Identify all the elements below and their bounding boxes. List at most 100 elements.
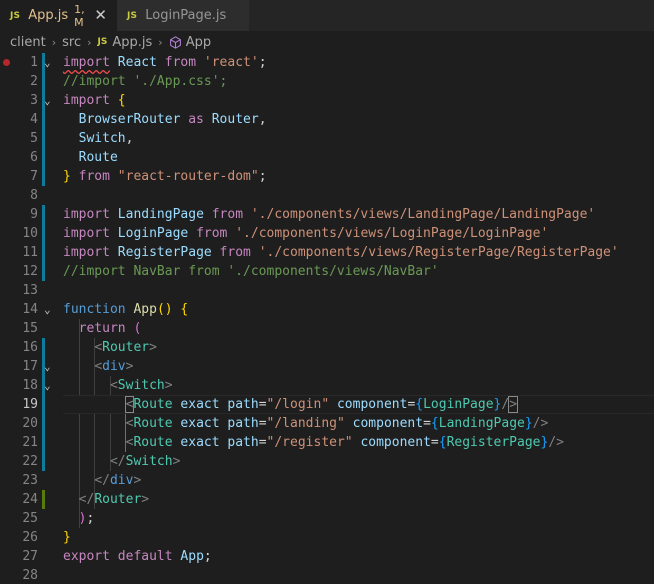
breadcrumb-item-file[interactable]: App.js — [112, 35, 152, 50]
code-line[interactable]: 20 <Route exact path="/landing" componen… — [0, 414, 654, 433]
code-line[interactable]: 24 </Router> — [0, 490, 654, 509]
code-line[interactable]: 21 <Route exact path="/register" compone… — [0, 433, 654, 452]
close-icon[interactable]: ✕ — [94, 8, 107, 23]
code-text: <Router> — [63, 338, 157, 357]
git-added-marker[interactable] — [42, 490, 45, 509]
code-token: ( — [133, 321, 142, 336]
code-line[interactable]: 26} — [0, 528, 654, 547]
git-modified-marker[interactable] — [42, 110, 45, 129]
git-modified-marker[interactable] — [42, 338, 45, 357]
code-line[interactable]: 2 //import './App.css'; — [0, 72, 654, 91]
code-text: import LandingPage from './components/vi… — [63, 205, 595, 224]
fold-chevron-icon[interactable]: ⌄ — [44, 300, 56, 319]
code-line[interactable]: 11 import RegisterPage from './components… — [0, 243, 654, 262]
code-line[interactable]: 12 //import NavBar from './components/vie… — [0, 262, 654, 281]
code-line[interactable]: 8 — [0, 186, 654, 205]
code-line[interactable]: 16 <Router> — [0, 338, 654, 357]
code-line[interactable]: 15 return ( — [0, 319, 654, 338]
code-text: BrowserRouter as Router, — [63, 110, 267, 129]
git-modified-marker[interactable] — [42, 395, 45, 414]
code-token: from — [211, 207, 244, 222]
code-line[interactable]: 9 import LandingPage from './components/v… — [0, 205, 654, 224]
git-modified-marker[interactable] — [42, 148, 45, 167]
line-number: 5 — [30, 131, 38, 146]
javascript-file-icon: JS — [127, 10, 138, 21]
code-text: import { — [63, 91, 126, 110]
code-token: "/landing" — [266, 416, 345, 431]
code-token: { — [180, 302, 189, 317]
breadcrumb-item-symbol[interactable]: App — [186, 35, 211, 50]
code-line[interactable]: 5 Switch, — [0, 129, 654, 148]
code-token: import — [63, 207, 110, 222]
git-modified-marker[interactable] — [42, 243, 45, 262]
breadcrumb-item-src[interactable]: src — [62, 35, 81, 50]
code-token: } — [63, 169, 71, 184]
code-line[interactable]: 13 — [0, 281, 654, 300]
fold-chevron-icon[interactable]: ⌄ — [44, 376, 56, 395]
code-line[interactable]: 17 ⌄ <div> — [0, 357, 654, 376]
code-token: component — [360, 435, 431, 450]
git-modified-marker[interactable] — [42, 167, 45, 186]
code-line[interactable]: 7} from "react-router-dom"; — [0, 167, 654, 186]
code-text: function App() { — [63, 300, 188, 319]
git-modified-marker[interactable] — [42, 224, 45, 243]
code-line[interactable]: 22 </Switch> — [0, 452, 654, 471]
fold-chevron-icon[interactable]: ⌄ — [44, 53, 56, 72]
tab-loginpage-js[interactable]: JS LoginPage.js — [117, 0, 249, 31]
code-token: { — [415, 397, 424, 412]
git-modified-marker[interactable] — [42, 262, 45, 281]
code-line[interactable]: 18 ⌄ <Switch> — [0, 376, 654, 395]
code-line[interactable]: 1 ⌄ import React from 'react'; — [0, 53, 654, 72]
code-token: path — [227, 416, 259, 431]
code-token: > — [141, 492, 150, 507]
code-text: export default App; — [63, 547, 212, 566]
git-modified-marker[interactable] — [42, 205, 45, 224]
code-token: export — [63, 549, 110, 564]
code-line[interactable]: 23 </div> — [0, 471, 654, 490]
code-line[interactable]: 4 BrowserRouter as Router, — [0, 110, 654, 129]
git-modified-marker[interactable] — [42, 72, 45, 91]
chevron-right-icon: › — [158, 35, 163, 49]
git-modified-marker[interactable] — [42, 414, 45, 433]
line-number: 12 — [22, 264, 38, 279]
chevron-right-icon: › — [87, 35, 92, 49]
code-token: function — [63, 302, 126, 317]
fold-chevron-icon[interactable]: ⌄ — [44, 357, 56, 376]
code-line[interactable]: 3 ⌄ import { — [0, 91, 654, 110]
breadcrumb-item-client[interactable]: client — [10, 35, 46, 50]
git-modified-marker[interactable] — [42, 129, 45, 148]
code-token: ( — [156, 302, 165, 317]
code-token: "/login" — [266, 397, 330, 412]
fold-chevron-icon[interactable]: ⌄ — [44, 91, 56, 110]
code-text: import LoginPage from './components/view… — [63, 224, 548, 243]
code-line[interactable]: 27 export default App; — [0, 547, 654, 566]
code-token: BrowserRouter — [78, 112, 181, 127]
code-line[interactable]: 28 — [0, 566, 654, 584]
git-modified-marker[interactable] — [42, 433, 45, 452]
code-line[interactable]: 14 ⌄ function App() { — [0, 300, 654, 319]
git-modified-marker[interactable] — [42, 452, 45, 471]
line-number: 24 — [22, 492, 38, 507]
code-token: LoginPage — [423, 397, 494, 412]
code-token: </ — [78, 492, 95, 507]
code-line[interactable]: 19 <Route exact path="/login" component=… — [0, 395, 654, 414]
code-line[interactable]: 25 ); — [0, 509, 654, 528]
code-line[interactable]: 6 Route — [0, 148, 654, 167]
code-token: = — [423, 416, 431, 431]
code-token: Switch — [125, 454, 173, 469]
code-token: < — [94, 340, 103, 355]
line-number: 14 — [22, 302, 38, 317]
code-token: { — [117, 93, 126, 108]
code-line[interactable]: 10 import LoginPage from './components/vi… — [0, 224, 654, 243]
code-token: "react-router-dom" — [117, 169, 259, 184]
tab-app-js[interactable]: JS App.js 1, M ✕ — [0, 0, 117, 31]
code-editor[interactable]: 1 ⌄ import React from 'react'; 2 //import '.… — [0, 53, 654, 584]
